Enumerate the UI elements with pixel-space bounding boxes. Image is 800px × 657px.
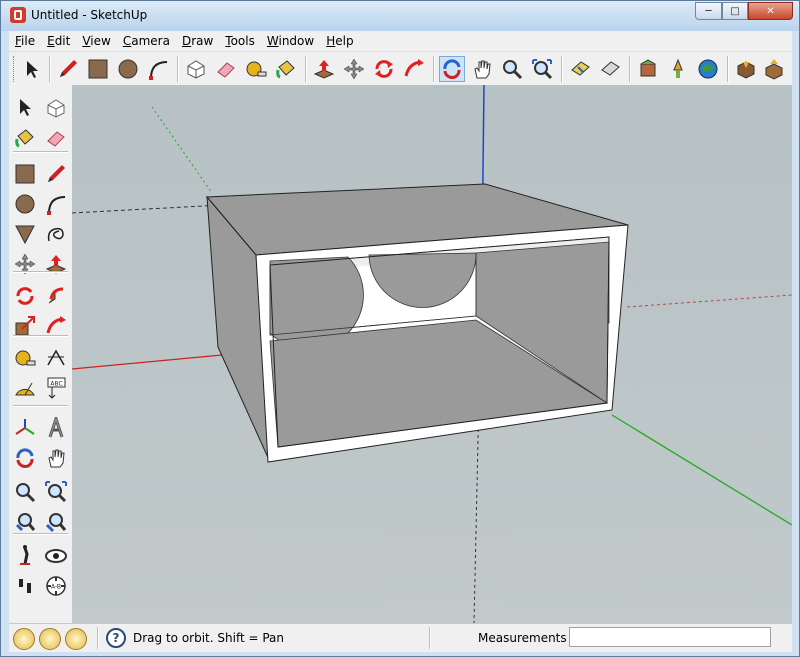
left-make-component-icon[interactable] <box>43 95 69 121</box>
left-protractor-icon[interactable] <box>12 375 38 401</box>
left-line-icon[interactable] <box>43 161 69 187</box>
tape-measure-icon[interactable] <box>243 56 269 82</box>
rectangle-icon[interactable] <box>85 56 111 82</box>
left-eraser-icon[interactable] <box>43 125 69 151</box>
left-3d-text-icon[interactable] <box>43 415 69 441</box>
follow-me-icon[interactable] <box>401 56 427 82</box>
app-window: Untitled - SketchUp ─ □ ✕ File Edit View Ca… <box>0 0 800 657</box>
help-icon[interactable]: ? <box>106 628 126 648</box>
credits-icon[interactable] <box>39 628 61 650</box>
minimize-button[interactable]: ─ <box>695 2 722 20</box>
left-rectangle-icon[interactable] <box>12 161 38 187</box>
left-pan-icon[interactable] <box>43 445 69 471</box>
menu-draw[interactable]: Draw <box>176 34 219 48</box>
toolbar-separator <box>13 151 68 153</box>
zoom-icon[interactable] <box>499 56 525 82</box>
pencil-icon[interactable] <box>55 56 81 82</box>
move-icon[interactable] <box>341 56 367 82</box>
menu-bar: File Edit View Camera Draw Tools Window Help <box>9 31 792 51</box>
left-push-pull-icon[interactable] <box>43 251 69 277</box>
left-look-around-icon[interactable] <box>43 543 69 569</box>
pan-icon[interactable] <box>469 56 495 82</box>
close-button[interactable]: ✕ <box>748 2 793 20</box>
left-rotate-icon[interactable] <box>12 283 38 309</box>
menu-tools[interactable]: Tools <box>219 34 261 48</box>
toolbar-separator <box>13 533 68 535</box>
circle-icon[interactable] <box>115 56 141 82</box>
maximize-button[interactable]: □ <box>722 2 748 20</box>
left-section-plane-icon[interactable]: A-B <box>43 573 69 599</box>
left-orbit-icon[interactable] <box>12 445 38 471</box>
menu-camera[interactable]: Camera <box>117 34 176 48</box>
left-polygon-icon[interactable] <box>12 221 38 247</box>
menu-edit[interactable]: Edit <box>41 34 76 48</box>
drawing-viewport[interactable] <box>72 85 792 623</box>
left-select-icon[interactable] <box>12 95 38 121</box>
left-circle-icon[interactable] <box>12 191 38 217</box>
arc-icon[interactable] <box>145 56 171 82</box>
3d-warehouse-icon[interactable] <box>635 56 661 82</box>
google-earth-icon[interactable] <box>695 56 721 82</box>
left-previous-icon[interactable] <box>43 509 69 535</box>
large-tool-set: ABC A-B <box>9 85 72 623</box>
svg-text:A-B: A-B <box>51 584 61 591</box>
eraser-icon[interactable] <box>213 56 239 82</box>
toolbar-separator <box>13 405 68 407</box>
geo-location-icon[interactable] <box>13 628 35 650</box>
title-bar: Untitled - SketchUp ─ □ ✕ <box>1 1 799 31</box>
left-text-icon[interactable]: ABC <box>43 375 69 401</box>
make-component-icon[interactable] <box>183 56 209 82</box>
toolbar-grip[interactable] <box>13 56 17 82</box>
left-freehand-icon[interactable] <box>43 221 69 247</box>
left-position-camera-icon[interactable] <box>12 573 38 599</box>
toolbar-separator <box>13 335 68 337</box>
menu-window[interactable]: Window <box>261 34 320 48</box>
left-follow-me-icon[interactable] <box>43 283 69 309</box>
left-move-icon[interactable] <box>12 251 38 277</box>
left-axes-icon[interactable] <box>12 415 38 441</box>
component-icon[interactable] <box>665 56 691 82</box>
share-model-icon[interactable] <box>761 56 787 82</box>
orbit-icon[interactable] <box>439 56 465 82</box>
sketchup-logo-icon <box>10 7 26 23</box>
measurements-input[interactable] <box>569 627 771 647</box>
zoom-extents-icon[interactable] <box>529 56 555 82</box>
left-dimension-icon[interactable] <box>43 345 69 371</box>
svg-text:ABC: ABC <box>50 381 62 388</box>
left-paint-bucket-icon[interactable] <box>12 125 38 151</box>
previous-view-icon[interactable] <box>567 56 593 82</box>
left-tape-measure-icon[interactable] <box>12 345 38 371</box>
push-pull-icon[interactable] <box>311 56 337 82</box>
toolbar-separator <box>13 271 68 273</box>
left-arc-icon[interactable] <box>43 191 69 217</box>
status-message: Drag to orbit. Shift = Pan <box>133 631 284 645</box>
left-zoom-window-icon[interactable] <box>43 479 69 505</box>
left-walk-icon[interactable] <box>12 543 38 569</box>
left-zoom-extents-icon[interactable] <box>12 509 38 535</box>
menu-help[interactable]: Help <box>320 34 359 48</box>
menu-file[interactable]: File <box>9 34 41 48</box>
measurements-label: Measurements <box>478 631 567 645</box>
paint-bucket-icon[interactable] <box>273 56 299 82</box>
rotate-icon[interactable] <box>371 56 397 82</box>
sign-in-icon[interactable] <box>65 628 87 650</box>
status-bar: ? Drag to orbit. Shift = Pan Measurement… <box>9 623 792 652</box>
main-toolbar <box>9 51 792 86</box>
menu-view[interactable]: View <box>76 34 116 48</box>
window-title: Untitled - SketchUp <box>31 8 148 22</box>
next-view-icon[interactable] <box>597 56 623 82</box>
left-zoom-icon[interactable] <box>12 479 38 505</box>
select-icon[interactable] <box>19 56 45 82</box>
get-models-icon[interactable] <box>733 56 759 82</box>
